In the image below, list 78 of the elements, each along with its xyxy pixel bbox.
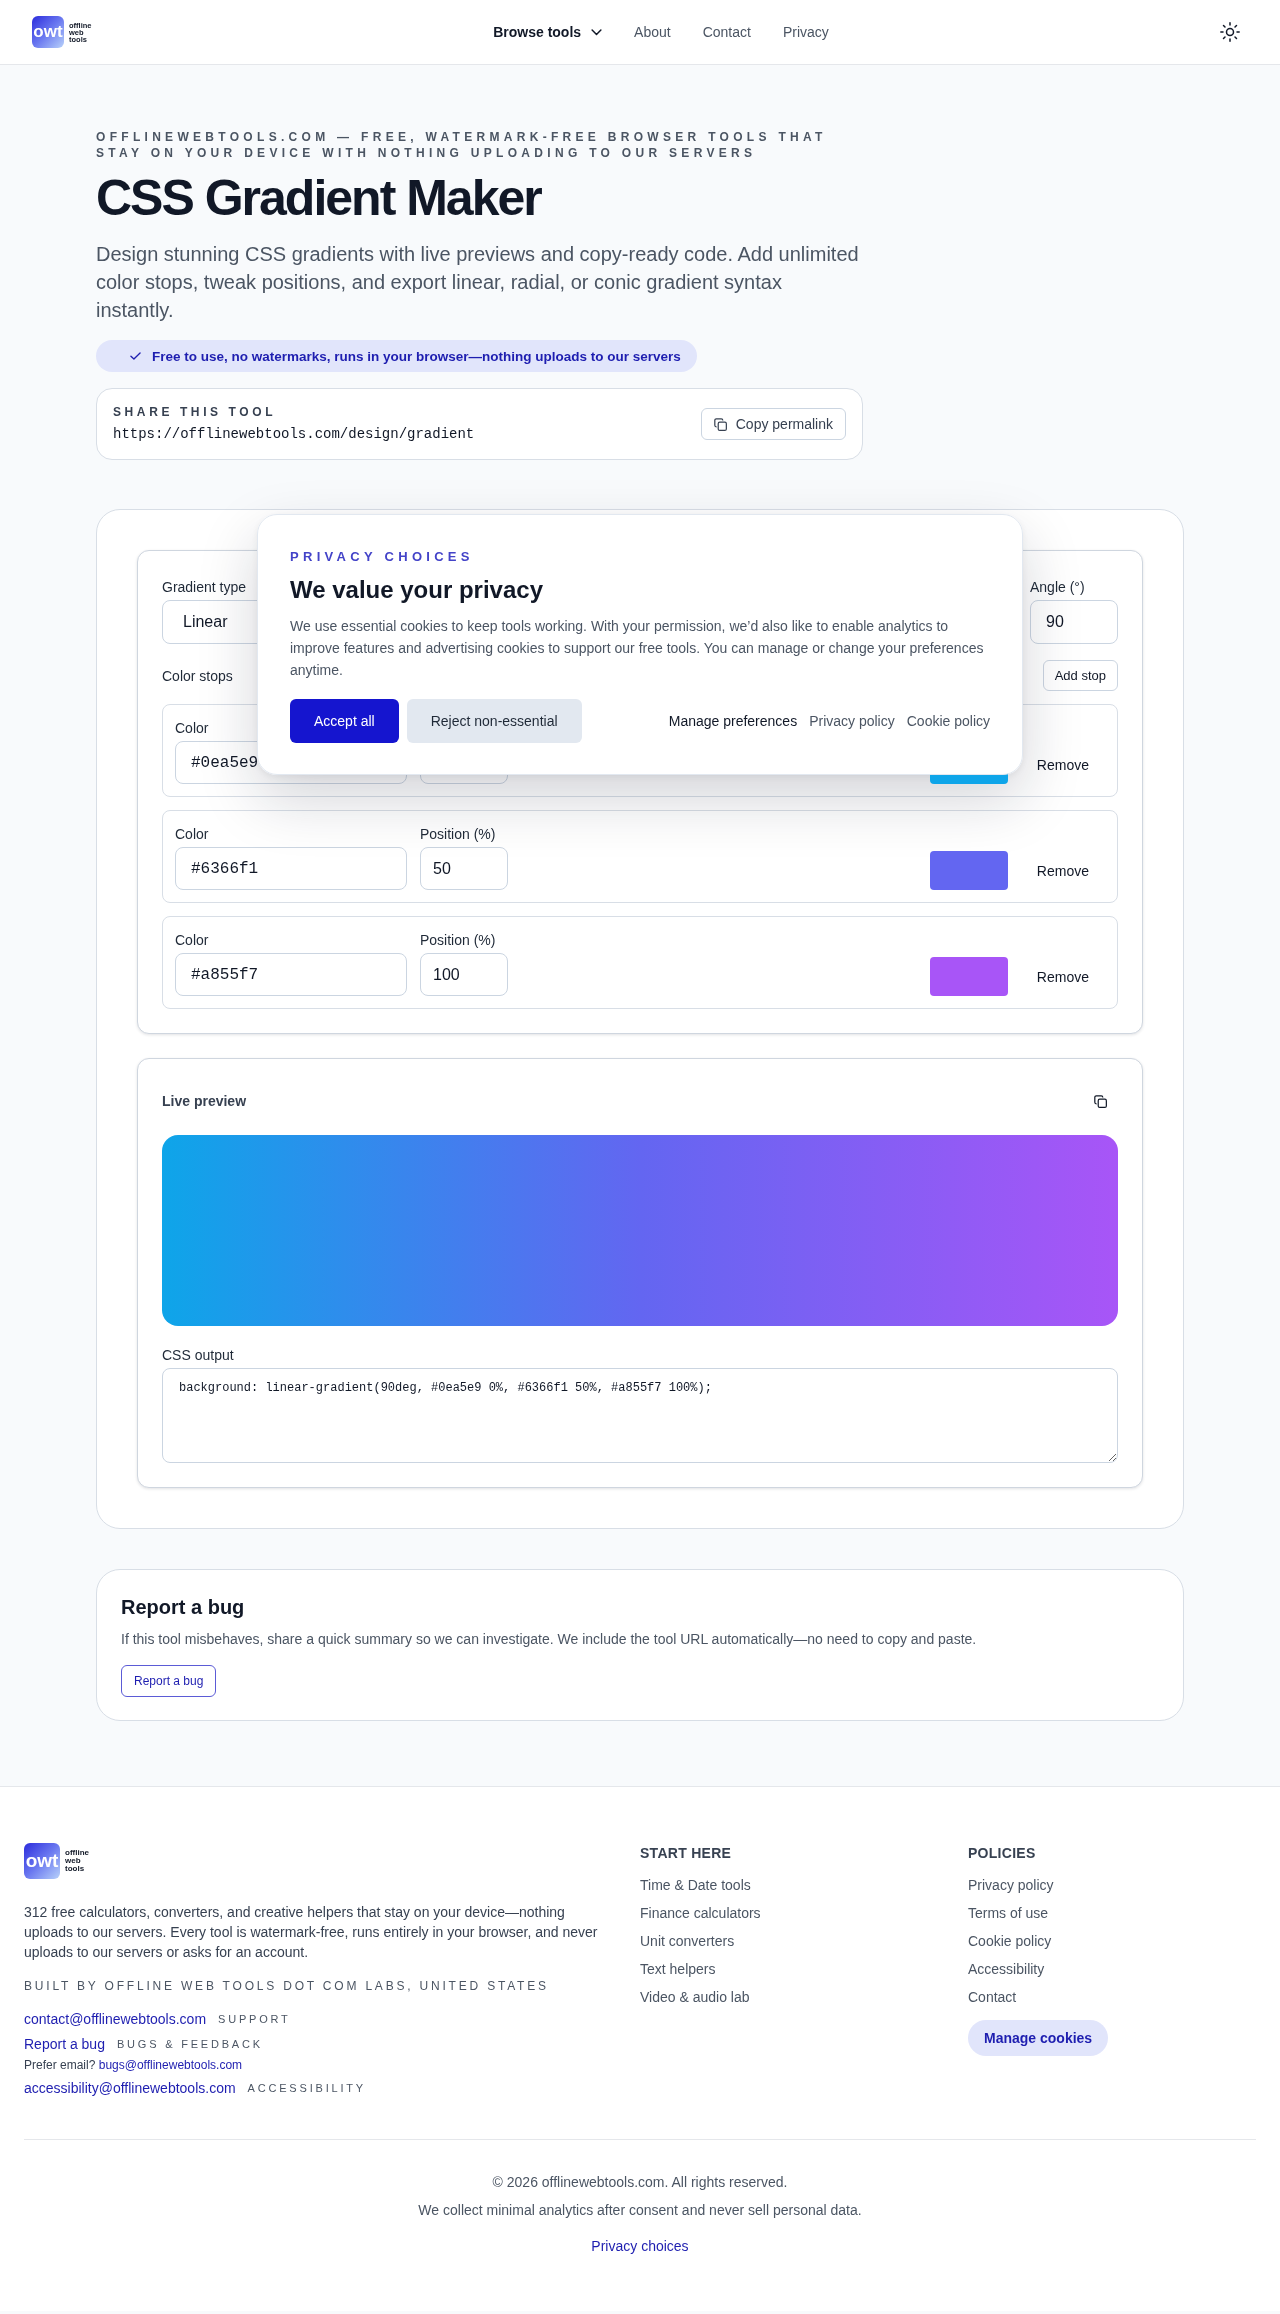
copy-icon xyxy=(1093,1094,1107,1108)
email-note: Prefer email? bugs@offlinewebtools.com xyxy=(24,2057,244,2074)
footer-link[interactable]: Terms of use xyxy=(968,1903,1049,1923)
dialog-title: We value your privacy xyxy=(290,575,544,605)
check-icon xyxy=(130,352,141,360)
position-field[interactable]: 50 xyxy=(420,847,508,890)
sun-icon xyxy=(1220,22,1240,42)
dialog-link[interactable]: Cookie policy xyxy=(906,713,990,729)
channel-tag: ACCESSIBILITY xyxy=(247,2082,366,2094)
channel-tag: BUGS & FEEDBACK xyxy=(116,2038,263,2050)
secondary-button[interactable]: Reject non-essential xyxy=(406,699,582,743)
field-label: Color xyxy=(175,825,209,843)
color-swatch-icon[interactable] xyxy=(929,957,1008,996)
remove-button[interactable]: Remove xyxy=(1020,851,1105,890)
copy-icon xyxy=(713,417,727,431)
color-swatch-icon[interactable] xyxy=(929,851,1008,890)
nav-link[interactable]: Contact xyxy=(702,24,751,40)
channel-tag: SUPPORT xyxy=(218,2013,291,2025)
footer-link[interactable]: Contact xyxy=(968,1987,1017,2007)
feature-text: Free to use, no watermarks, runs in your browser—nothing uploads to our servers xyxy=(152,348,681,364)
built-by-text: BUILT BY OFFLINE WEB TOOLS DOT COM LABS, UNITED STATES xyxy=(24,1978,550,1994)
footer-heading: POLICIES xyxy=(968,1844,1037,1863)
field-label: Color xyxy=(175,931,209,949)
css-output-field[interactable]: background: linear-gradient(90deg, #0ea5e9 0%, #6366f1 50%, #a855f7 100%); xyxy=(162,1368,1118,1463)
field-label: Color xyxy=(175,719,209,737)
remove-button[interactable]: Remove xyxy=(1020,957,1105,996)
email-link[interactable]: contact@offlinewebtools.com xyxy=(24,2011,207,2027)
color-field[interactable]: #6366f1 xyxy=(175,847,407,890)
footer-link[interactable]: Unit converters xyxy=(640,1931,735,1951)
dialog-eyebrow: PRIVACY CHOICES xyxy=(290,549,475,565)
footer-link[interactable]: Finance calculators xyxy=(640,1903,761,1923)
field-label: Gradient type xyxy=(162,578,247,596)
manage-cookies-button[interactable]: Manage cookies xyxy=(968,2020,1109,2056)
footer-link[interactable]: Time & Date tools xyxy=(640,1875,751,1895)
privacy-choices-link[interactable]: Privacy choices xyxy=(591,2236,689,2256)
field-label: Position (%) xyxy=(420,825,496,843)
eyebrow-text: OFFLINEWEBTOOLS.COM — FREE, WATERMARK-FREE BROWSER TOOLS THAT STAY ON YOUR DEVICE WITH NOTHING UPLOADING TO OUR SERVERS xyxy=(96,129,828,161)
footer-link[interactable]: Text helpers xyxy=(640,1959,716,1979)
field-label: CSS output xyxy=(162,1346,235,1364)
logo-wordmark[interactable]: offline web tools xyxy=(65,1849,89,1873)
field-label: Angle (°) xyxy=(1030,578,1085,596)
footer-link[interactable]: Cookie policy xyxy=(968,1931,1052,1951)
report-bug-button[interactable]: Report a bug xyxy=(121,1665,217,1697)
share-label: SHARE THIS TOOL xyxy=(113,404,278,420)
dialog-link[interactable]: Privacy policy xyxy=(809,713,895,729)
share-url: https://offlinewebtools.com/design/gradient xyxy=(113,425,475,444)
position-field[interactable]: 100 xyxy=(420,953,508,996)
footer-link[interactable]: Video & audio lab xyxy=(640,1987,750,2007)
privacy-notice: We collect minimal analytics after consent and never sell personal data. xyxy=(418,2201,862,2220)
preview-label: Live preview xyxy=(162,1093,247,1109)
footer-description: 312 free calculators, converters, and creative helpers that stay on your device—nothing uploads to our servers. Every tool is watermark-free, runs entirely in your browser, and never uploads to our servers or asks for an account. xyxy=(24,1903,599,1962)
footer-heading: START HERE xyxy=(640,1844,733,1863)
copy-permalink-button[interactable]: Copy permalink xyxy=(700,408,846,440)
page-title: CSS Gradient Maker xyxy=(96,171,543,226)
footer-link[interactable]: Accessibility xyxy=(968,1959,1045,1979)
report-text: If this tool misbehaves, share a quick summary so we can investigate. We include the tool URL automatically—no need to copy and paste. xyxy=(121,1630,978,1649)
stops-label: Color stops xyxy=(162,666,233,685)
remove-button[interactable]: Remove xyxy=(1020,745,1105,784)
footer-link[interactable]: Privacy policy xyxy=(968,1875,1054,1895)
report-bug-link[interactable]: Report a bug xyxy=(24,2036,105,2052)
add-stop-button[interactable]: Add stop xyxy=(1042,660,1118,691)
nav-link[interactable]: About xyxy=(634,24,671,40)
page-description: Design stunning CSS gradients with live previews and copy-ready code. Add unlimited color stops, tweak positions, and export linear, radial, or conic gradient syntax instantly. xyxy=(96,242,860,323)
field-label: Position (%) xyxy=(420,931,496,949)
copyright-text: © 2026 offlinewebtools.com. All rights reserved. xyxy=(492,2173,788,2192)
report-title: Report a bug xyxy=(121,1595,246,1620)
angle-field[interactable]: 90 xyxy=(1030,600,1118,644)
primary-button[interactable]: Accept all xyxy=(290,699,399,743)
dialog-link[interactable]: Manage preferences xyxy=(668,713,798,729)
dialog-text: We use essential cookies to keep tools working. With your permission, we’d also like to enable analytics to improve features and advertising cookies to support our free tools. You can manage or change your preferences anytime. xyxy=(290,617,985,680)
email-link[interactable]: bugs@offlinewebtools.com xyxy=(98,2058,243,2072)
nav-menu-button[interactable]: Browse tools xyxy=(493,24,603,40)
chevron-icon xyxy=(591,28,603,36)
logo-mark[interactable]: owt xyxy=(24,1843,60,1879)
color-field[interactable]: #a855f7 xyxy=(175,953,407,996)
email-link[interactable]: accessibility@offlinewebtools.com xyxy=(24,2080,236,2096)
nav-link[interactable]: Privacy xyxy=(782,24,829,40)
logo-mark[interactable]: owt xyxy=(32,16,64,48)
